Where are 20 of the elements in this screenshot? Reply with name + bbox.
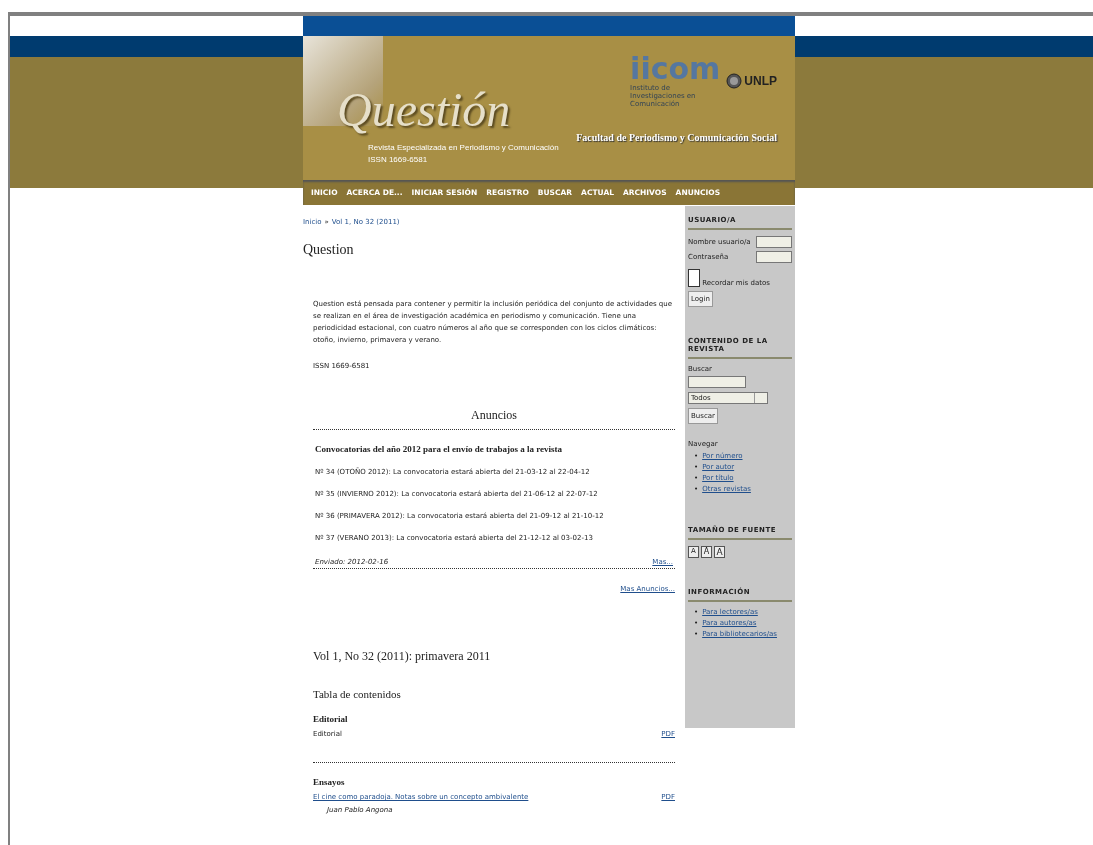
font-size-button[interactable]: A xyxy=(701,546,712,558)
university-logo: UNLP xyxy=(744,74,777,88)
remember-checkbox[interactable] xyxy=(688,269,700,287)
toc-heading: Tabla de contenidos xyxy=(313,688,402,700)
issue-title: Vol 1, No 32 (2011): primavera 2011 xyxy=(313,649,492,664)
announcements-heading: Anuncios xyxy=(313,408,675,430)
section-heading: Editorial xyxy=(313,714,349,724)
page-title: Question xyxy=(303,242,355,258)
username-field[interactable] xyxy=(756,236,792,248)
faculty-name: Facultad de Periodismo y Comunicación Social xyxy=(576,132,777,143)
password-field[interactable] xyxy=(756,251,792,263)
announcement-title: Convocatorias del año 2012 para el envío de trabajos a la revista xyxy=(315,444,564,454)
journal-subtitle: Revista Especializada en Periodismo y Comunicación xyxy=(368,142,559,154)
section-heading: Ensayos xyxy=(313,777,346,787)
search-field[interactable] xyxy=(688,376,746,388)
font-size-button[interactable]: A xyxy=(714,546,725,558)
institute-logo: iicom xyxy=(630,54,721,84)
journal-issn: ISSN 1669-6581 xyxy=(368,154,429,166)
seal-icon xyxy=(726,73,743,89)
journal-logo: Questión xyxy=(337,86,512,134)
